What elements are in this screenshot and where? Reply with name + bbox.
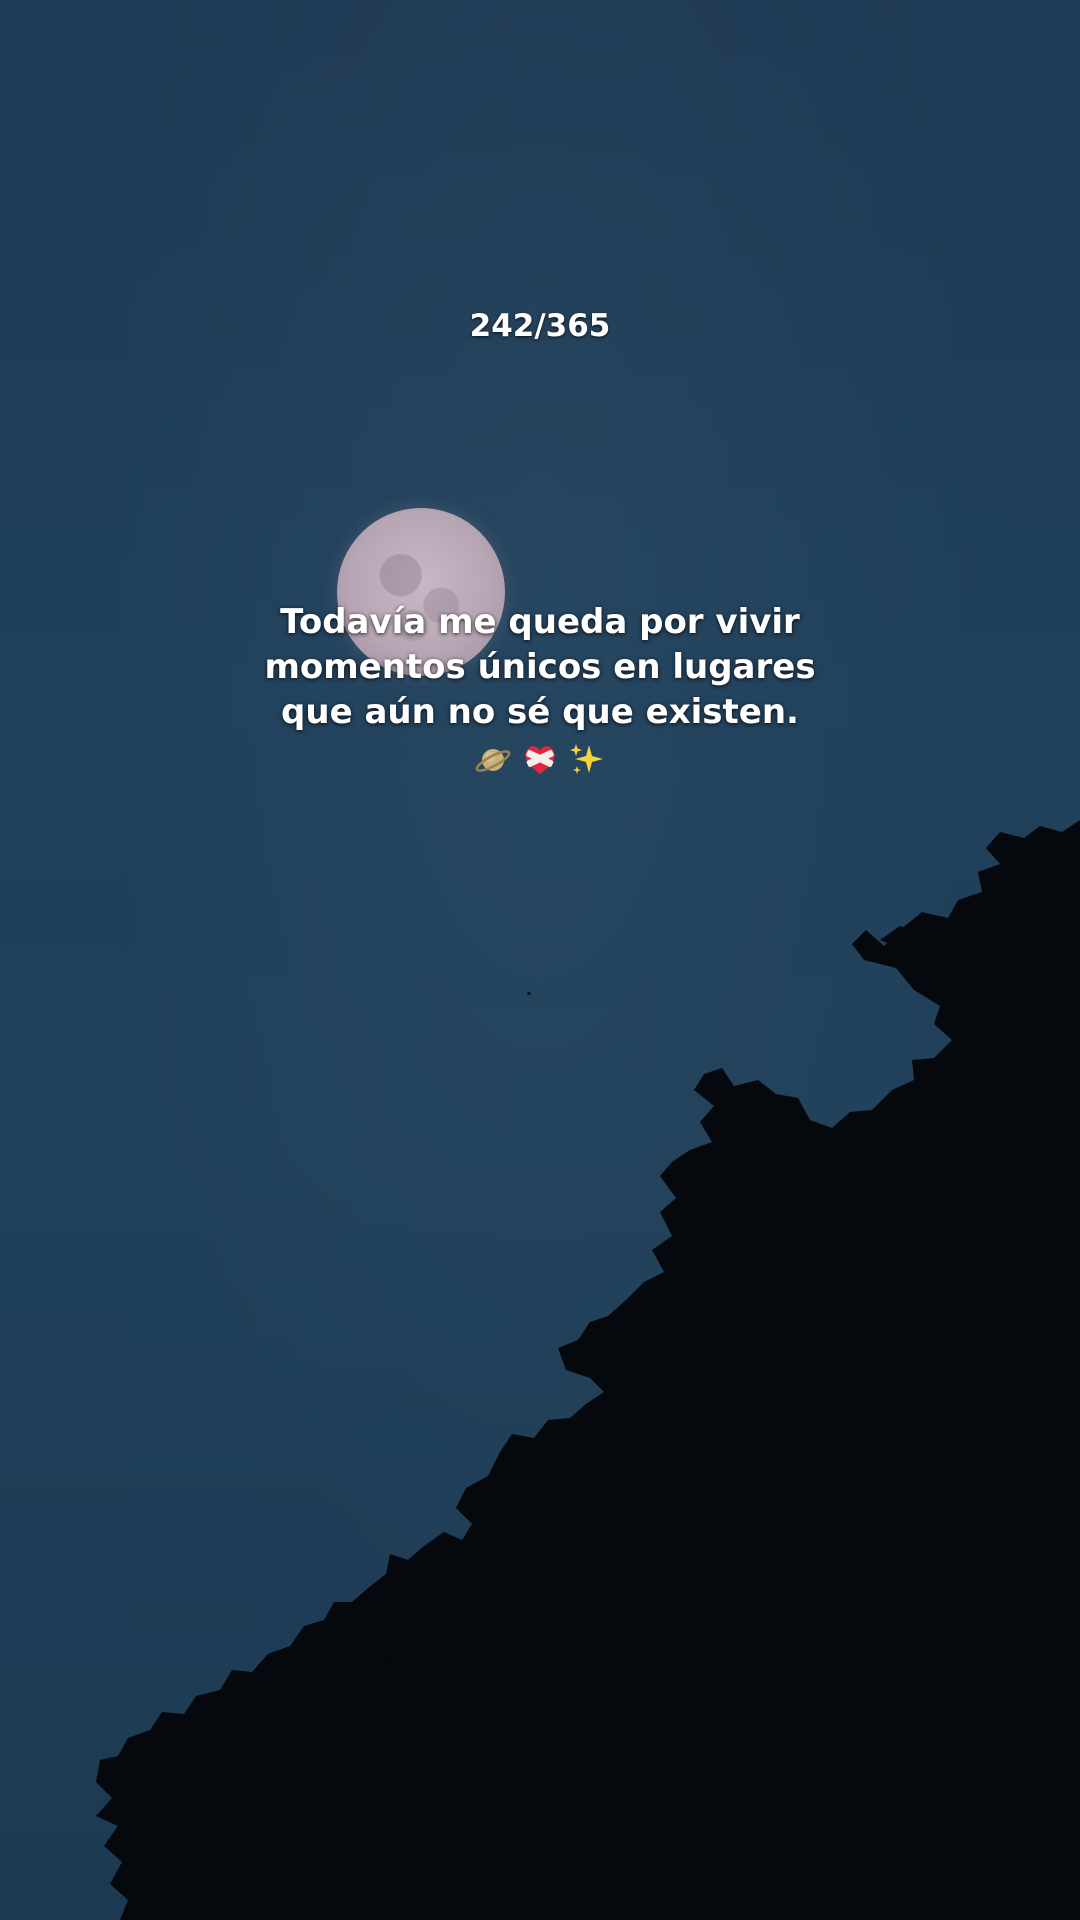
caption-line-3: que aún no sé que existen.	[281, 692, 799, 732]
ringed-planet-icon	[475, 748, 511, 772]
caption-text: Todavía me queda por vivir momentos únic…	[0, 600, 1080, 735]
mending-heart-icon	[525, 745, 555, 774]
day-counter: 242/365	[469, 308, 611, 344]
night-sky-scene: 242/365 Todavía me queda por vivir momen…	[0, 0, 1080, 1920]
caption-line-2: momentos únicos en lugares	[264, 647, 816, 687]
emoji-row	[0, 737, 1080, 779]
sparkles-icon	[569, 743, 603, 774]
caption-line-1: Todavía me queda por vivir	[280, 602, 800, 642]
pine-tree-silhouette	[96, 820, 1080, 1920]
